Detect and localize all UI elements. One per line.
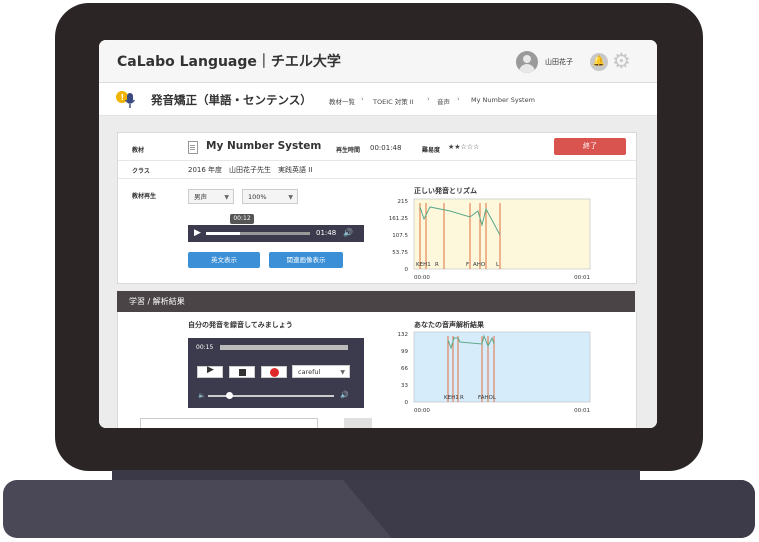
avatar[interactable] xyxy=(516,51,538,73)
progress-track[interactable] xyxy=(206,232,310,235)
class-label: クラス xyxy=(132,168,150,175)
progress-fill xyxy=(206,232,241,235)
material-name: My Number System xyxy=(206,140,322,152)
volume-high-icon: 🔊 xyxy=(340,391,349,399)
record-icon xyxy=(270,368,279,377)
speed-select[interactable]: 100% ▼ xyxy=(242,189,298,204)
record-button[interactable] xyxy=(261,366,287,378)
duration-label: 再生時間 xyxy=(336,147,361,154)
y-tick-label: 99 xyxy=(401,349,408,355)
y-tick-label: 0 xyxy=(405,400,409,406)
volume-slider-handle[interactable] xyxy=(226,392,233,399)
chart-plot-area xyxy=(413,331,591,403)
app-title: CaLabo Language｜チエル大学 xyxy=(117,54,341,70)
gear-icon[interactable]: ⚙ xyxy=(612,50,631,72)
record-progress-track[interactable] xyxy=(220,345,348,350)
y-tick-label: 107.5 xyxy=(392,233,408,239)
voice-select[interactable]: 男声 ▼ xyxy=(188,189,234,204)
show-english-button[interactable]: 英文表示 xyxy=(188,252,260,268)
phoneme-label: KEH1 xyxy=(444,395,459,401)
stop-icon xyxy=(239,369,246,376)
bell-icon[interactable]: 🔔 xyxy=(590,53,608,71)
y-tick-label: 0 xyxy=(405,267,409,273)
volume-slider[interactable] xyxy=(208,392,334,399)
record-time: 00:15 xyxy=(196,344,214,351)
analysis-title: あなたの音声解析結果 xyxy=(414,321,484,329)
play-icon: ▶ xyxy=(207,365,214,375)
correct-chart-title: 正しい発音とリズム xyxy=(414,187,477,195)
phoneme-label: R xyxy=(460,395,464,401)
page-title-bar: ! 発音矯正（単語・センテンス） 教材一覧 › TOEIC 対策 II › 音声… xyxy=(99,83,657,116)
svg-text:!: ! xyxy=(121,93,125,102)
breadcrumb-item-course[interactable]: TOEIC 対策 II xyxy=(373,96,414,106)
y-tick-label: 66 xyxy=(401,366,408,372)
chevron-down-icon: ▼ xyxy=(340,369,345,376)
y-tick-label: 161.25 xyxy=(389,216,409,222)
x-start-label: 00:00 xyxy=(414,408,430,414)
laptop-base-shadow xyxy=(343,480,755,538)
recorder-panel: 00:15 ▶ careful ▼ 🔈 🔊 xyxy=(188,338,364,408)
play-button[interactable]: ▶ xyxy=(197,365,223,378)
playback-label: 教材再生 xyxy=(132,193,157,200)
mode-select-value: careful xyxy=(298,368,321,376)
x-start-label: 00:00 xyxy=(414,275,430,281)
results-card: 自分の発音を録音してみましょう 00:15 ▶ careful ▼ 🔈 🔊 あな… xyxy=(117,312,637,428)
chevron-down-icon: ▼ xyxy=(288,194,293,201)
voice-select-value: 男声 xyxy=(194,193,207,201)
x-end-label: 00:01 xyxy=(574,408,590,414)
analysis-result-chart: 132 99 66 33 0 KEH1 R FAHOL 00:00 00:01 xyxy=(398,331,591,414)
phoneme-label: F xyxy=(466,262,469,268)
chevron-right-icon: › xyxy=(427,95,430,103)
record-heading: 自分の発音を録音してみましょう xyxy=(188,321,293,329)
mode-select[interactable]: careful ▼ xyxy=(292,365,350,378)
end-button[interactable]: 終了 xyxy=(554,138,626,155)
audio-player: ▶ 01:48 🔊 xyxy=(188,225,364,242)
app-header: CaLabo Language｜チエル大学 山田花子 🔔 ⚙ xyxy=(99,40,657,83)
volume-low-icon: 🔈 xyxy=(198,392,206,399)
panel-tab[interactable] xyxy=(344,418,372,428)
phoneme-label: KEH1 xyxy=(416,262,431,268)
laptop-base xyxy=(3,480,755,538)
phoneme-label: AHO xyxy=(473,262,486,268)
difficulty-stars: ★★☆☆☆ xyxy=(448,143,480,151)
y-tick-label: 132 xyxy=(398,332,409,338)
document-icon xyxy=(188,141,198,154)
y-tick-label: 33 xyxy=(401,383,408,389)
text-panel xyxy=(140,418,318,428)
stop-button[interactable] xyxy=(229,366,255,378)
y-tick-label: 53.75 xyxy=(392,250,408,256)
chevron-right-icon: › xyxy=(457,95,460,103)
breadcrumb-item-current: My Number System xyxy=(471,96,535,104)
user-name[interactable]: 山田花子 xyxy=(545,57,573,67)
y-tick-label: 215 xyxy=(398,199,409,205)
page-title: 発音矯正（単語・センテンス） xyxy=(151,93,312,107)
play-icon[interactable]: ▶ xyxy=(194,228,201,238)
breadcrumb-item-audio[interactable]: 音声 xyxy=(437,96,450,106)
difficulty-label: 難易度 xyxy=(422,147,441,154)
microphone-icon: ! xyxy=(116,91,136,108)
chevron-right-icon: › xyxy=(361,95,364,103)
breadcrumb-item-materials[interactable]: 教材一覧 xyxy=(329,96,355,106)
time-tooltip: 00:12 xyxy=(230,214,254,224)
speed-select-value: 100% xyxy=(248,193,267,201)
phoneme-label: FAHOL xyxy=(478,395,497,401)
correct-pronunciation-chart: 215 161.25 107.5 53.75 0 KEH1 R F AHO L … xyxy=(389,198,591,281)
material-label: 教材 xyxy=(132,147,145,154)
phoneme-label: R xyxy=(435,262,439,268)
volume-icon[interactable]: 🔊 xyxy=(343,228,353,237)
chevron-down-icon: ▼ xyxy=(224,194,229,201)
class-info: 2016 年度 山田花子先生 実践英語 II xyxy=(188,166,313,174)
divider xyxy=(118,160,636,161)
related-video-button[interactable]: 関連画像表示 xyxy=(269,252,343,268)
material-card: 教材 My Number System 再生時間 00:01:48 難易度 ★★… xyxy=(117,132,637,284)
section-header-results: 学習 / 解析結果 xyxy=(117,291,635,312)
x-end-label: 00:01 xyxy=(574,275,590,281)
divider xyxy=(118,178,636,179)
section-title: 学習 / 解析結果 xyxy=(129,297,185,306)
duration-value: 00:01:48 xyxy=(370,144,402,152)
total-time: 01:48 xyxy=(316,229,337,237)
app-screen: CaLabo Language｜チエル大学 山田花子 🔔 ⚙ ! 発音矯正（単語… xyxy=(99,40,657,428)
